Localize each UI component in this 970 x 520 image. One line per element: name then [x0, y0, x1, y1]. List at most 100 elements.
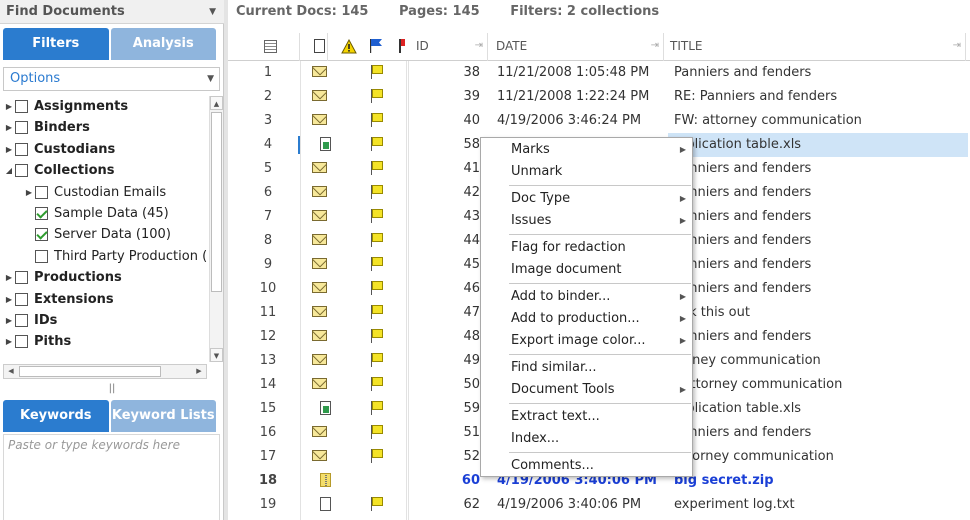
menu-item[interactable]: Extract text... — [481, 406, 692, 428]
title-header[interactable]: TITLE ⇥ — [664, 33, 966, 61]
tab-analysis[interactable]: Analysis — [110, 28, 216, 60]
find-documents-header[interactable]: Find Documents ▼ — [0, 0, 224, 24]
table-row[interactable]: 1 38 11/21/2008 1:05:48 PM Panniers and fen… — [228, 61, 970, 85]
doc-title[interactable]: : attorney communication — [668, 373, 968, 397]
filter-tree-item[interactable]: ▶ Productions — [3, 267, 122, 288]
tab-keywords[interactable]: Keywords — [3, 400, 109, 432]
yellow-flag-icon[interactable] — [370, 233, 383, 247]
yellow-flag-icon[interactable] — [370, 353, 383, 367]
date-header[interactable]: DATE ⇥ — [488, 33, 664, 61]
scroll-thumb[interactable] — [19, 366, 161, 377]
doc-title[interactable]: Panniers and fenders — [668, 325, 968, 349]
filter-checkbox[interactable] — [15, 335, 28, 349]
column-chooser-header[interactable] — [228, 33, 300, 61]
yellow-flag-icon[interactable] — [370, 401, 383, 415]
filter-tree-item[interactable]: ▶ Assignments — [3, 96, 128, 117]
filter-tree-item[interactable]: ▶ Extensions — [3, 289, 114, 310]
warning-header[interactable] — [328, 33, 357, 61]
filter-tree-item[interactable]: ▶ Piths — [3, 331, 71, 352]
collapse-triangle-icon[interactable]: ◢ — [3, 160, 15, 181]
menu-item[interactable]: Issues ▶ — [481, 210, 692, 232]
menu-item[interactable]: Add to production... ▶ — [481, 308, 692, 330]
doc-title[interactable]: Panniers and fenders — [668, 205, 968, 229]
column-chooser-icon[interactable] — [264, 40, 277, 53]
expand-triangle-icon[interactable]: ▶ — [3, 289, 15, 310]
menu-item[interactable]: Flag for redaction — [481, 237, 692, 259]
menu-item[interactable]: Document Tools ▶ — [481, 379, 692, 401]
filter-checkbox[interactable] — [35, 207, 48, 220]
yellow-flag-icon[interactable] — [370, 281, 383, 295]
scroll-thumb[interactable] — [211, 112, 222, 292]
filter-tree-item[interactable]: ▶ IDs — [3, 310, 57, 331]
menu-item[interactable]: Unmark — [481, 161, 692, 183]
yellow-flag-icon[interactable] — [370, 329, 383, 343]
doc-type-header[interactable] — [300, 33, 328, 61]
doc-title[interactable]: experiment log.txt — [668, 493, 968, 517]
yellow-flag-icon[interactable] — [370, 425, 383, 439]
filter-checkbox[interactable] — [15, 100, 28, 113]
tab-filters[interactable]: Filters — [3, 28, 109, 60]
expand-triangle-icon[interactable]: ▶ — [3, 139, 15, 160]
yellow-flag-icon[interactable] — [370, 377, 383, 391]
filter-checkbox[interactable] — [15, 164, 28, 178]
filter-checkbox[interactable] — [15, 271, 28, 285]
table-row[interactable]: 3 40 4/19/2006 3:46:24 PM FW: attorney comm… — [228, 109, 970, 133]
yellow-flag-icon[interactable] — [370, 305, 383, 319]
doc-title[interactable]: Panniers and fenders — [668, 421, 968, 445]
yellow-flag-icon[interactable] — [370, 161, 383, 175]
filter-checkbox[interactable] — [15, 314, 28, 327]
pin-icon[interactable]: ⇥ — [651, 33, 659, 59]
menu-item[interactable]: Add to binder... ▶ — [481, 286, 692, 308]
doc-title[interactable]: Panniers and fenders — [668, 181, 968, 205]
yellow-flag-icon[interactable] — [370, 113, 383, 127]
doc-title[interactable]: ltiplication table.xls — [668, 133, 968, 157]
redaction-header[interactable] — [384, 33, 406, 61]
menu-item[interactable]: Marks ▶ — [481, 139, 692, 161]
filter-tree-item[interactable]: ◢ Collections — [3, 160, 115, 181]
scroll-down-icon[interactable]: ▼ — [210, 348, 223, 362]
tab-keyword-lists[interactable]: Keyword Lists — [110, 400, 216, 432]
menu-item[interactable]: Comments... — [481, 455, 692, 477]
doc-title[interactable]: ltiplication table.xls — [668, 397, 968, 421]
doc-title[interactable]: Panniers and fenders — [668, 61, 968, 85]
filter-checkbox[interactable] — [35, 249, 48, 263]
yellow-flag-icon[interactable] — [370, 89, 383, 103]
scroll-up-icon[interactable]: ▲ — [210, 96, 223, 110]
menu-item[interactable]: Index... — [481, 428, 692, 450]
expand-triangle-icon[interactable]: ▶ — [3, 267, 15, 288]
yellow-flag-icon[interactable] — [370, 137, 383, 151]
menu-item[interactable]: Find similar... — [481, 357, 692, 379]
table-row[interactable]: 2 39 11/21/2008 1:22:24 PM RE: Panniers and… — [228, 85, 970, 109]
menu-item[interactable]: Image document — [481, 259, 692, 281]
doc-title[interactable]: Panniers and fenders — [668, 253, 968, 277]
menu-item[interactable]: Export image color... ▶ — [481, 330, 692, 352]
doc-title[interactable]: FW: attorney communication — [668, 109, 968, 133]
filter-checkbox[interactable] — [35, 228, 48, 242]
doc-title[interactable]: torney communication — [668, 349, 968, 373]
filter-checkbox[interactable] — [15, 142, 28, 156]
doc-title[interactable]: big secret.zip — [668, 469, 968, 493]
doc-title[interactable]: attorney communication — [668, 445, 968, 469]
filter-tree-item[interactable]: ▶ Custodian Emails — [23, 182, 166, 203]
menu-item[interactable]: Doc Type ▶ — [481, 188, 692, 210]
doc-title[interactable]: Panniers and fenders — [668, 229, 968, 253]
expand-triangle-icon[interactable]: ▶ — [3, 96, 15, 117]
table-row[interactable]: 19 62 4/19/2006 3:40:06 PM experiment log.t… — [228, 493, 970, 517]
yellow-flag-icon[interactable] — [370, 65, 383, 79]
expand-triangle-icon[interactable]: ▶ — [3, 117, 15, 138]
pin-icon[interactable]: ⇥ — [953, 33, 961, 59]
filter-tree-item[interactable]: ▶ Binders — [3, 117, 90, 138]
chevron-down-icon[interactable]: ▼ — [209, 0, 216, 24]
doc-title[interactable]: Panniers and fenders — [668, 277, 968, 301]
flag-header[interactable] — [356, 33, 384, 61]
keyword-input[interactable]: Paste or type keywords here — [3, 434, 220, 520]
filter-tree-item[interactable]: Sample Data (45) — [23, 203, 169, 224]
pin-icon[interactable]: ⇥ — [475, 33, 483, 59]
doc-title[interactable]: eck this out — [668, 301, 968, 325]
doc-title[interactable]: Panniers and fenders — [668, 157, 968, 181]
tree-horizontal-scrollbar[interactable]: ◀ ▶ — [3, 364, 207, 379]
filter-tree-item[interactable]: Server Data (100) — [23, 224, 171, 245]
yellow-flag-icon[interactable] — [370, 257, 383, 271]
doc-title[interactable]: RE: Panniers and fenders — [668, 85, 968, 109]
filter-tree-item[interactable]: Third Party Production ( — [23, 246, 207, 267]
